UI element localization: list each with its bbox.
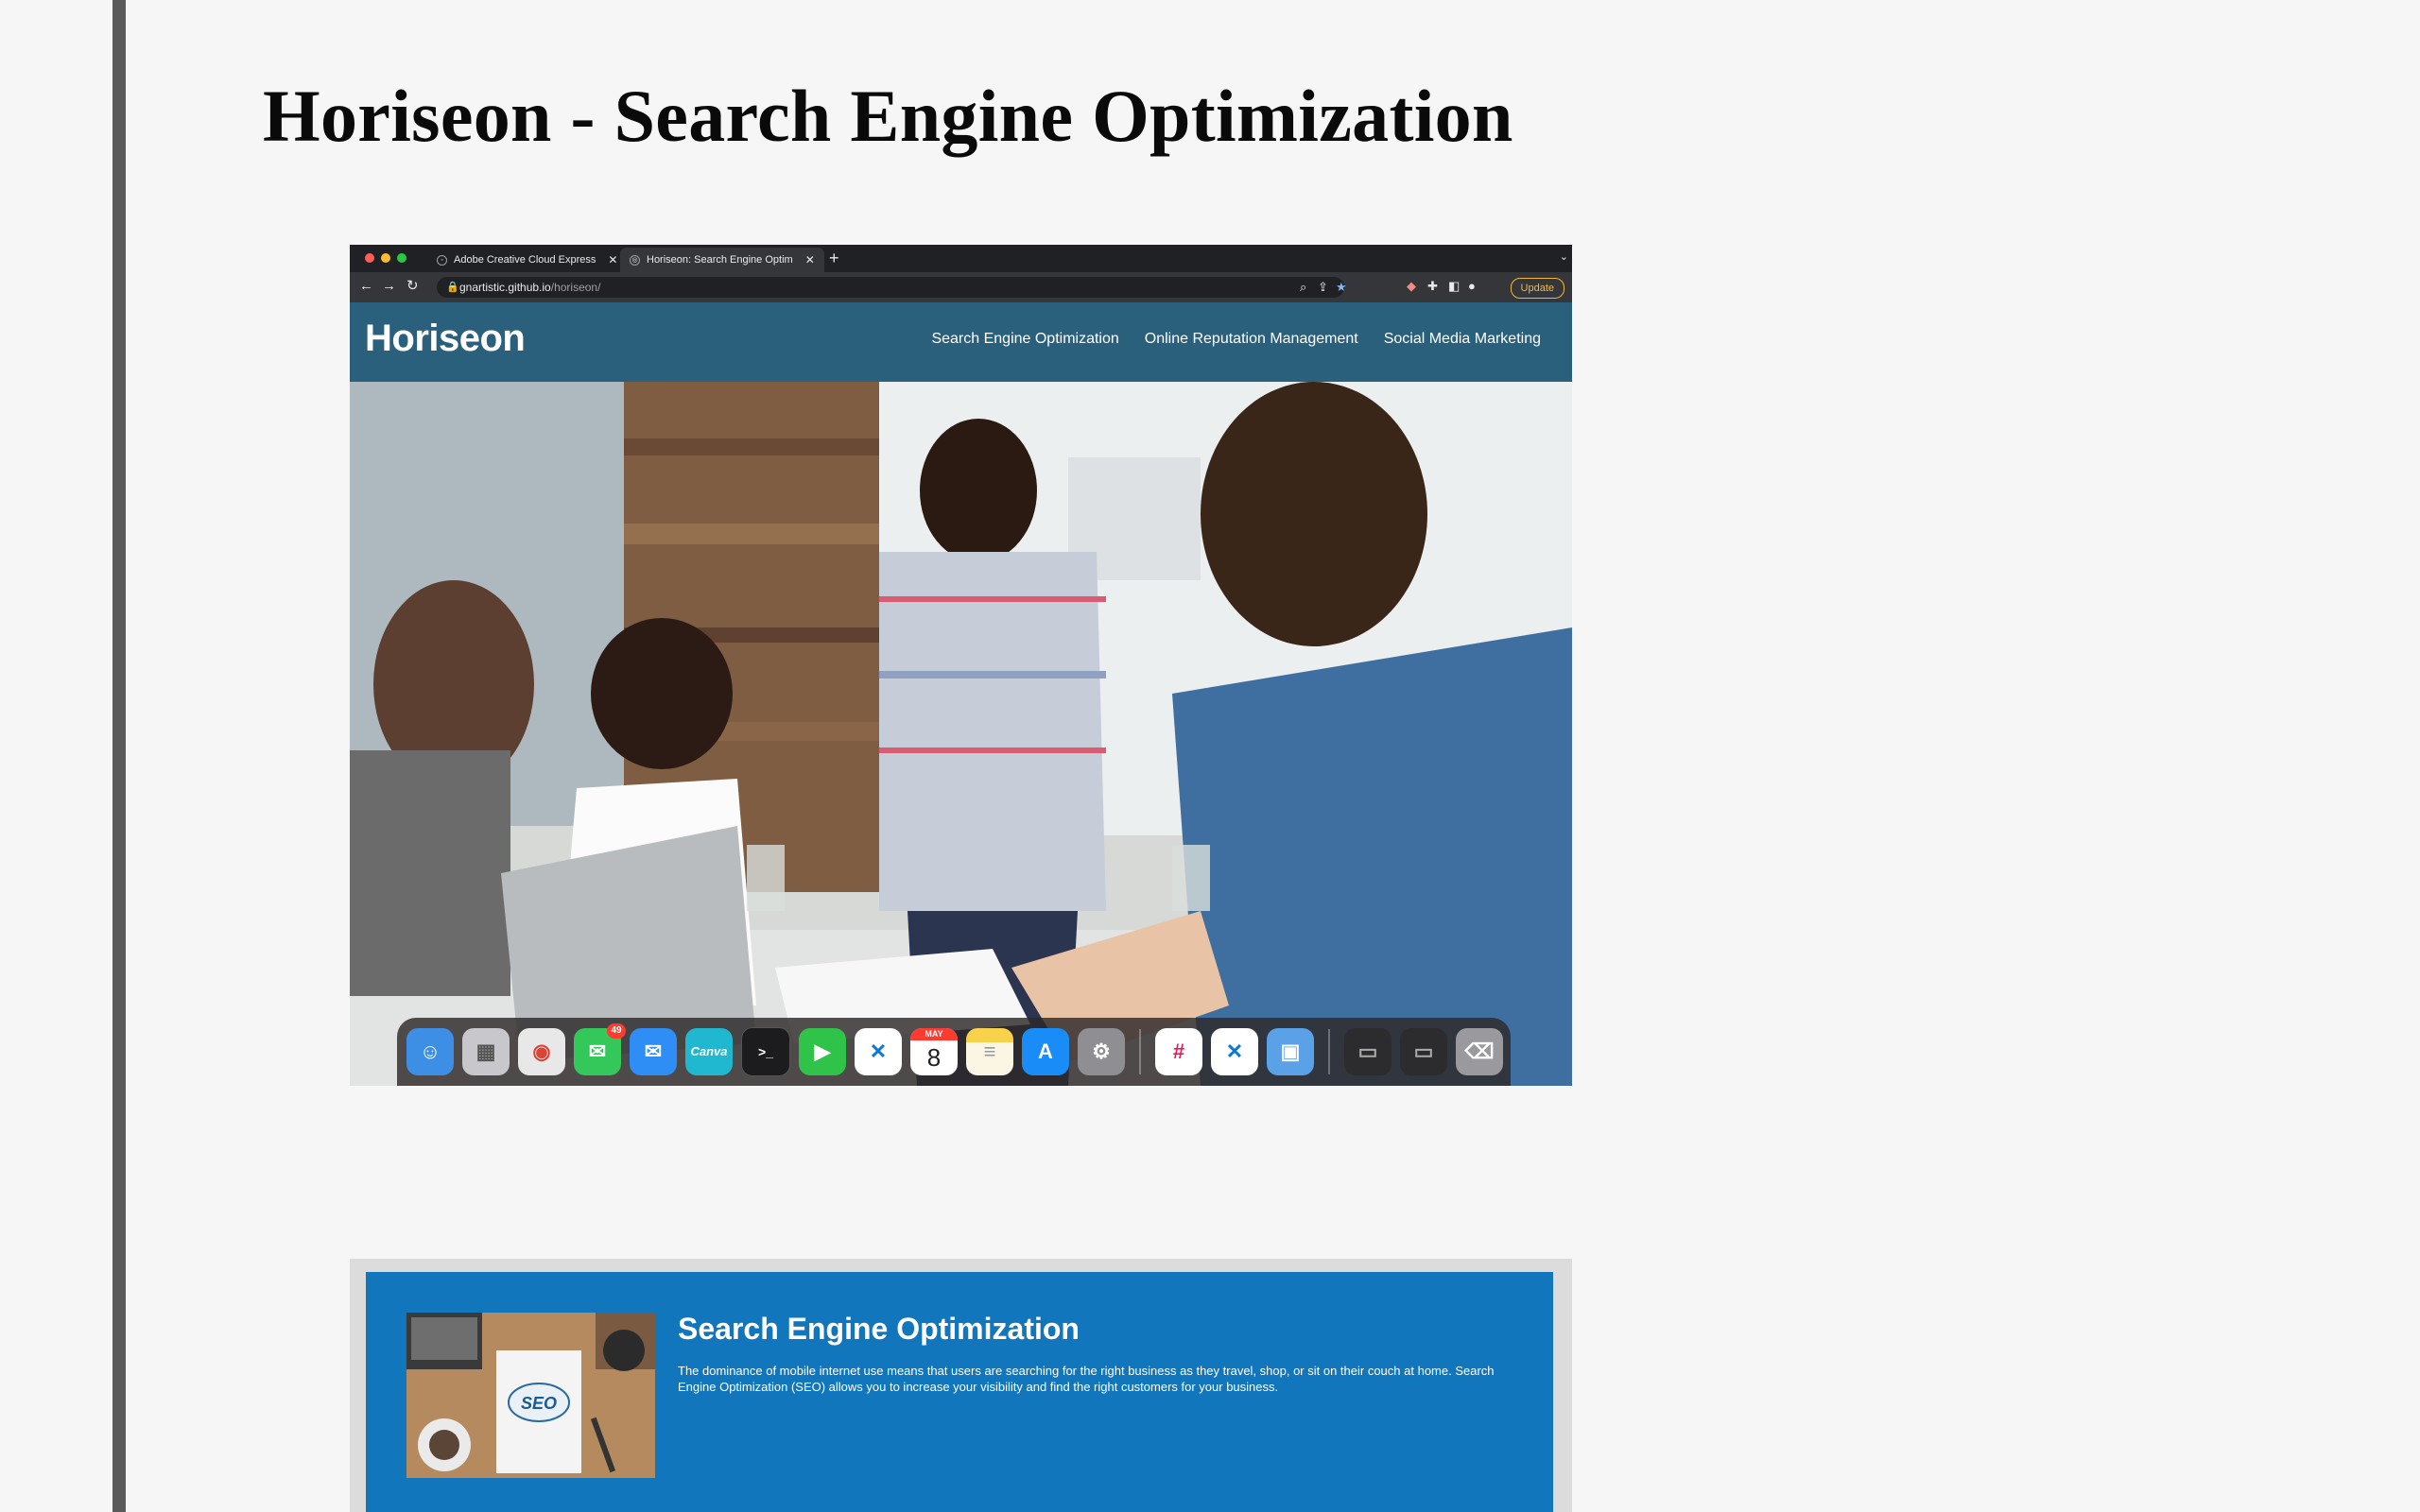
extension-icon[interactable]: ◆ bbox=[1407, 280, 1416, 293]
terminal-icon[interactable]: >_ bbox=[741, 1027, 790, 1076]
globe-icon: ◎ bbox=[630, 254, 640, 266]
lock-icon: 🔒 bbox=[446, 282, 459, 293]
mail-icon[interactable]: ✉ bbox=[630, 1028, 677, 1075]
bookmark-star-icon[interactable]: ★ bbox=[1336, 281, 1347, 294]
chevron-down-icon[interactable]: ⌄ bbox=[1560, 250, 1568, 263]
maximize-window-button[interactable] bbox=[397, 253, 406, 263]
page-title: Horiseon - Search Engine Optimization bbox=[263, 75, 1513, 157]
profile-avatar-icon[interactable]: ● bbox=[1468, 280, 1476, 293]
tab-adobe-express[interactable]: ◦ Adobe Creative Cloud Express ✕ bbox=[427, 248, 627, 272]
launchpad-icon[interactable]: ▦ bbox=[462, 1028, 510, 1075]
window-thumbnail-icon[interactable]: ▭ bbox=[1400, 1028, 1447, 1075]
tab-label: Adobe Creative Cloud Express bbox=[454, 254, 596, 266]
close-window-button[interactable] bbox=[365, 253, 374, 263]
finder-icon[interactable]: ☺ bbox=[406, 1028, 454, 1075]
svg-text:SEO: SEO bbox=[521, 1394, 557, 1413]
preview-icon[interactable]: ▣ bbox=[1267, 1028, 1314, 1075]
calendar-month: MAY bbox=[910, 1028, 958, 1040]
site-nav: Search Engine Optimization Online Reputa… bbox=[931, 331, 1541, 348]
tab-label: Horiseon: Search Engine Optim bbox=[647, 254, 793, 266]
notes-icon[interactable]: ≡ bbox=[966, 1028, 1013, 1075]
sidepanel-icon[interactable]: ◧ bbox=[1448, 280, 1460, 293]
nav-link-seo[interactable]: Search Engine Optimization bbox=[931, 331, 1118, 348]
browser-screenshot: ◦ Adobe Creative Cloud Express ✕ ◎ Horis… bbox=[350, 245, 1572, 1086]
reload-icon[interactable]: ↻ bbox=[406, 279, 419, 294]
seo-card: SEO Search Engine Optimization The domin… bbox=[366, 1272, 1553, 1512]
seo-image: SEO bbox=[406, 1313, 655, 1478]
dock-separator bbox=[1139, 1029, 1141, 1074]
app-store-icon[interactable]: A bbox=[1022, 1028, 1069, 1075]
team-meeting-photo bbox=[350, 382, 1572, 1086]
unread-badge: 49 bbox=[607, 1023, 626, 1039]
share-icon[interactable]: ⇪ bbox=[1318, 281, 1328, 294]
new-tab-button[interactable]: + bbox=[829, 249, 839, 268]
tab-bar: ◦ Adobe Creative Cloud Express ✕ ◎ Horis… bbox=[350, 245, 1572, 272]
slack-icon[interactable]: # bbox=[1155, 1028, 1202, 1075]
canva-icon[interactable]: Canva bbox=[685, 1028, 733, 1075]
chrome-icon[interactable]: ◉ bbox=[518, 1028, 565, 1075]
forward-arrow-icon[interactable]: → bbox=[382, 279, 396, 294]
vscode-icon[interactable]: ✕ bbox=[855, 1028, 902, 1075]
dock-separator bbox=[1328, 1029, 1330, 1074]
zoom-icon[interactable]: ⌕ bbox=[1300, 281, 1306, 294]
adobe-icon: ◦ bbox=[437, 254, 447, 266]
close-tab-icon[interactable]: ✕ bbox=[608, 253, 617, 266]
minimize-window-button[interactable] bbox=[381, 253, 390, 263]
seo-desk-photo: SEO bbox=[406, 1313, 655, 1478]
browser-toolbar: ← → ↻ 🔒 gnartistic.github.io/horiseon/ ⌕… bbox=[350, 272, 1572, 302]
tab-horiseon[interactable]: ◎ Horiseon: Search Engine Optim ✕ bbox=[620, 248, 824, 272]
seo-card-screenshot: SEO Search Engine Optimization The domin… bbox=[350, 1259, 1572, 1512]
seo-card-title: Search Engine Optimization bbox=[678, 1312, 1080, 1346]
macos-dock: ☺ ▦ ◉ ✉ 49 ✉ Canva >_ ▶ ✕ MAY 8 ≡ A ⚙ # … bbox=[397, 1018, 1511, 1086]
window-thumbnail-icon[interactable]: ▭ bbox=[1344, 1028, 1392, 1075]
left-border-rule bbox=[112, 0, 126, 1512]
url-text: gnartistic.github.io/horiseon/ bbox=[459, 281, 601, 294]
vscode-icon[interactable]: ✕ bbox=[1211, 1028, 1258, 1075]
seo-card-text: The dominance of mobile internet use mea… bbox=[678, 1364, 1495, 1394]
facetime-icon[interactable]: ▶ bbox=[799, 1028, 846, 1075]
puzzle-extensions-icon[interactable]: ✚ bbox=[1427, 280, 1438, 293]
close-tab-icon[interactable]: ✕ bbox=[805, 253, 815, 266]
hero-image: ☺ ▦ ◉ ✉ 49 ✉ Canva >_ ▶ ✕ MAY 8 ≡ A ⚙ # … bbox=[350, 382, 1572, 1086]
nav-link-reputation[interactable]: Online Reputation Management bbox=[1145, 331, 1358, 348]
calendar-icon[interactable]: MAY 8 bbox=[910, 1028, 958, 1075]
update-button[interactable]: Update bbox=[1510, 278, 1564, 299]
nav-link-social[interactable]: Social Media Marketing bbox=[1384, 331, 1541, 348]
site-header: Horiseon Search Engine Optimization Onli… bbox=[350, 302, 1572, 382]
window-controls bbox=[365, 253, 406, 263]
site-logo[interactable]: Horiseon bbox=[365, 318, 526, 360]
trash-icon[interactable]: ⌫ bbox=[1456, 1028, 1503, 1075]
address-bar[interactable]: 🔒 gnartistic.github.io/horiseon/ ⌕ ⇪ ★ bbox=[437, 277, 1347, 298]
messages-icon[interactable]: ✉ 49 bbox=[574, 1023, 626, 1075]
system-preferences-icon[interactable]: ⚙ bbox=[1078, 1028, 1125, 1075]
calendar-day: 8 bbox=[926, 1043, 942, 1072]
back-arrow-icon[interactable]: ← bbox=[359, 279, 373, 294]
